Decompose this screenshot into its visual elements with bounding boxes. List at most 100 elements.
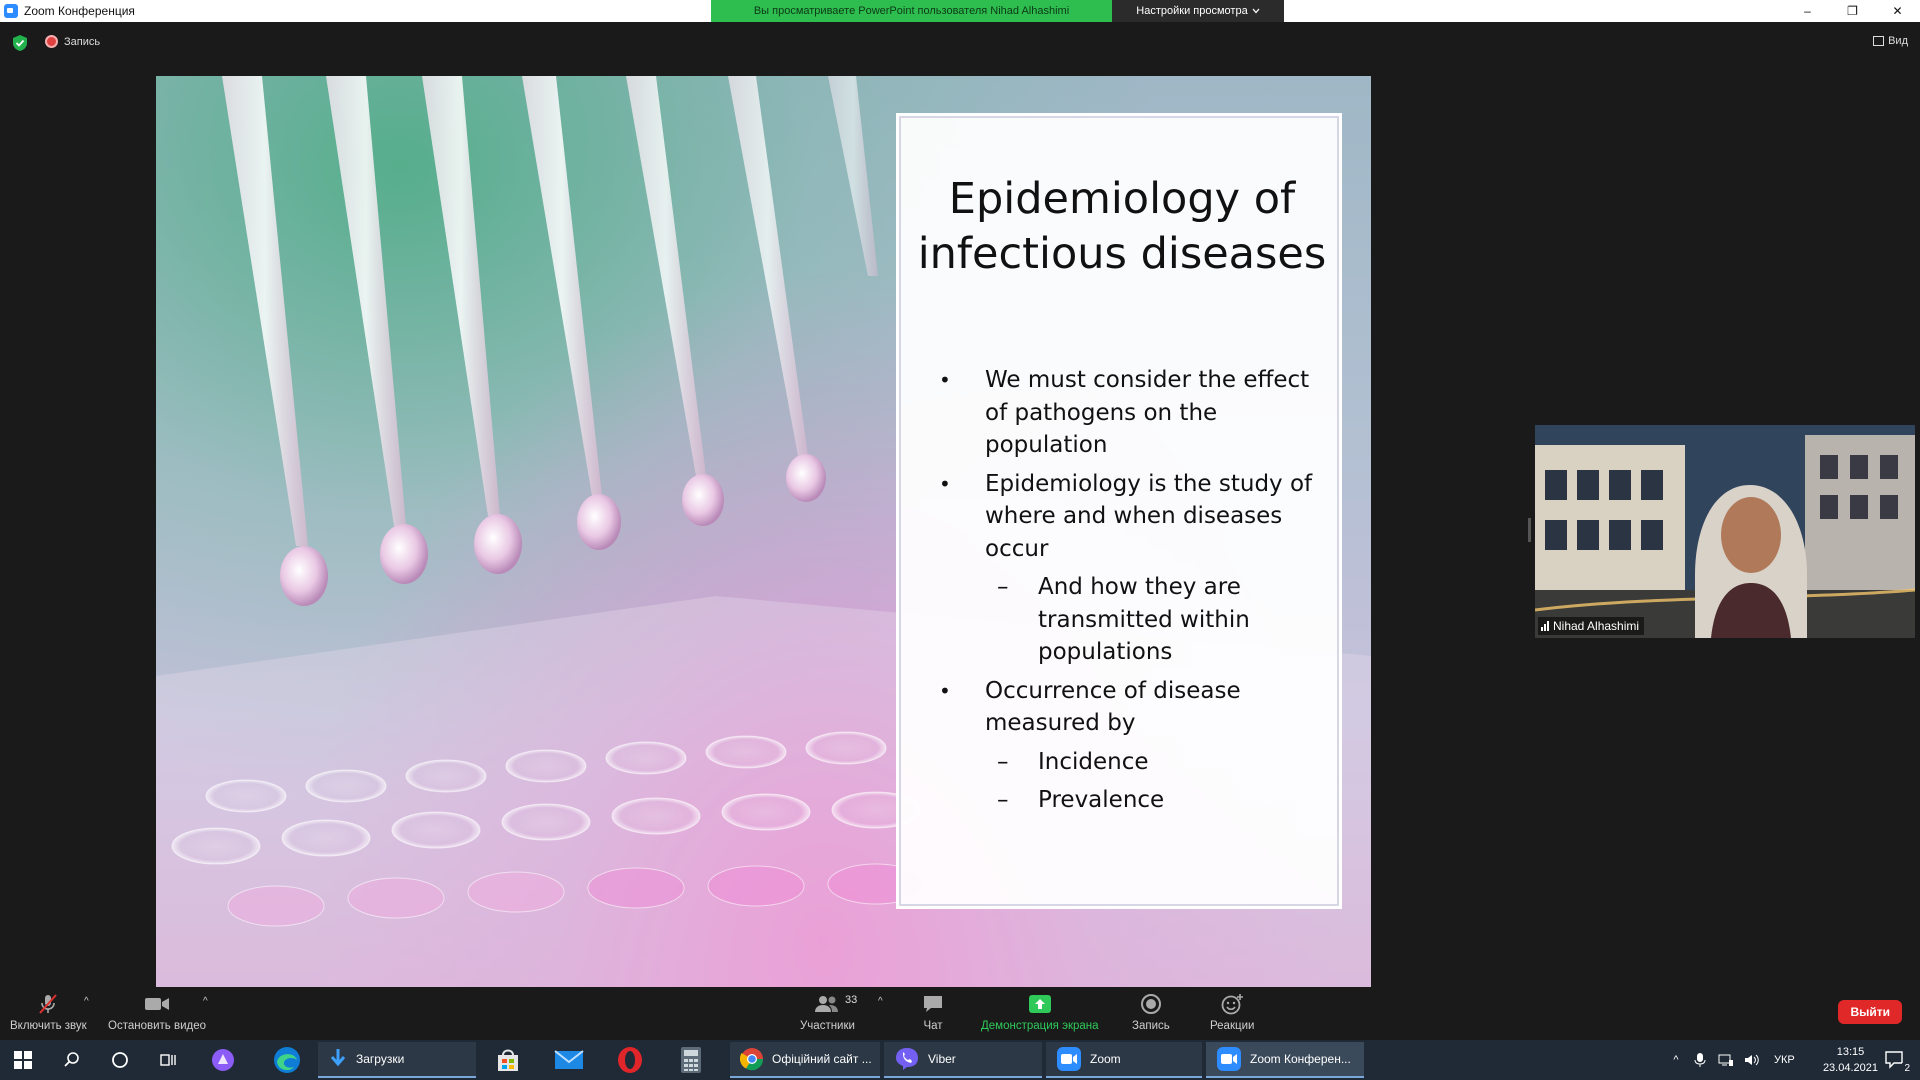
leave-meeting-button[interactable]: Выйти	[1838, 1000, 1902, 1024]
purple-app-icon	[212, 1049, 234, 1071]
panel-resize-handle[interactable]	[1528, 518, 1531, 542]
start-button[interactable]	[0, 1040, 46, 1080]
taskbar-app-chrome[interactable]: Офіційний сайт ...	[730, 1042, 880, 1078]
restore-button[interactable]: ❐	[1830, 0, 1875, 22]
slide-text-card: Epidemiology of infectious diseases We m…	[896, 113, 1342, 909]
minimize-icon: –	[1804, 4, 1811, 18]
taskbar-app-downloads[interactable]: Загрузки	[318, 1042, 476, 1078]
unmute-button[interactable]: Включить звук	[10, 992, 87, 1032]
chat-label: Чат	[923, 1020, 943, 1032]
download-arrow-icon	[330, 1049, 346, 1067]
reactions-smiley-icon	[1221, 994, 1244, 1015]
taskbar-app-zoom-meeting[interactable]: Zoom Конферен...	[1206, 1042, 1364, 1078]
task-view-icon	[160, 1054, 176, 1066]
close-icon: ✕	[1892, 4, 1903, 18]
signal-strength-icon	[1541, 621, 1549, 631]
mail-envelope-icon	[554, 1050, 584, 1069]
share-screen-icon	[1028, 995, 1051, 1013]
taskbar-purple-app[interactable]	[200, 1040, 246, 1080]
taskbar-mail[interactable]	[546, 1040, 592, 1080]
participant-name: Nihad Alhashimi	[1553, 619, 1640, 633]
share-banner-text: Вы просматриваете PowerPoint пользовател…	[711, 0, 1112, 22]
participant-video-image	[1535, 425, 1915, 638]
chat-button[interactable]: Чат	[922, 992, 944, 1032]
participants-options-caret-icon[interactable]: ^	[878, 996, 883, 1007]
window-controls: – ❐ ✕	[1785, 0, 1920, 22]
slide-sub-bullet: Prevalence	[939, 784, 1329, 817]
store-bag-icon	[498, 1049, 518, 1071]
calculator-icon	[681, 1047, 701, 1073]
participant-video-tile[interactable]: Nihad Alhashimi	[1535, 425, 1915, 638]
slide-sub-bullet: Incidence	[939, 746, 1329, 779]
audio-options-caret-icon[interactable]: ^	[84, 996, 89, 1007]
window-titlebar: Zoom Конференция Вы просматриваете Power…	[0, 0, 1920, 22]
shared-slide: Epidemiology of infectious diseases We m…	[156, 76, 1371, 987]
tray-microphone-icon[interactable]	[1694, 1052, 1706, 1068]
taskbar-app-label: Viber	[928, 1052, 956, 1066]
recording-label: Запись	[64, 35, 101, 48]
windows-logo-icon	[14, 1051, 32, 1069]
taskbar-app-viber[interactable]: Viber	[884, 1042, 1042, 1078]
meeting-top-strip: Запись Вид	[0, 22, 1920, 64]
opera-browser-icon	[618, 1047, 642, 1073]
slide-bullet-list: We must consider the effect of pathogens…	[939, 364, 1329, 823]
window-title: Zoom Конференция	[24, 4, 135, 18]
view-button[interactable]: Вид	[1873, 35, 1908, 47]
recording-dot-icon	[45, 35, 58, 48]
zoom-app-icon	[4, 4, 18, 18]
edge-browser-icon	[274, 1047, 300, 1073]
input-language-indicator[interactable]: УКР	[1774, 1054, 1795, 1066]
record-icon	[1140, 994, 1161, 1014]
share-screen-label: Демонстрация экрана	[981, 1020, 1099, 1032]
taskbar-app-label: Zoom	[1090, 1052, 1121, 1066]
system-tray: ^ УКР	[1668, 1040, 1795, 1080]
network-icon[interactable]	[1718, 1053, 1734, 1067]
taskbar-app-label: Офіційний сайт ...	[772, 1052, 872, 1066]
restore-icon: ❐	[1847, 4, 1858, 18]
view-settings-label: Настройки просмотра	[1136, 5, 1248, 17]
zoom-camera-icon	[1057, 1047, 1081, 1071]
minimize-button[interactable]: –	[1785, 0, 1830, 22]
taskbar-calculator[interactable]	[668, 1040, 714, 1080]
cortana-button[interactable]	[98, 1040, 142, 1080]
taskbar-app-zoom[interactable]: Zoom	[1046, 1042, 1202, 1078]
recording-indicator[interactable]: Запись	[45, 35, 100, 48]
reactions-button[interactable]: Реакции	[1210, 992, 1254, 1032]
encryption-shield-icon[interactable]	[12, 34, 28, 52]
view-settings-button[interactable]: Настройки просмотра	[1112, 0, 1284, 22]
record-label: Запись	[1132, 1020, 1170, 1032]
notification-count-badge: 2	[1902, 1063, 1912, 1074]
tray-overflow-chevron-icon[interactable]: ^	[1668, 1054, 1684, 1066]
view-label: Вид	[1888, 35, 1908, 47]
taskbar-search-button[interactable]	[50, 1040, 94, 1080]
share-screen-button[interactable]: Демонстрация экрана	[981, 992, 1099, 1032]
slide-bullet: Occurrence of disease measured by	[939, 675, 1329, 740]
taskbar-app-label: Загрузки	[356, 1052, 405, 1066]
taskbar-clock[interactable]: 13:15 23.04.2021	[1823, 1044, 1878, 1076]
chevron-down-icon	[1252, 8, 1260, 14]
taskbar-opera[interactable]	[607, 1040, 653, 1080]
stop-video-button[interactable]: Остановить видео	[108, 992, 206, 1032]
volume-speaker-icon[interactable]	[1744, 1053, 1760, 1067]
taskbar-edge[interactable]	[262, 1040, 312, 1080]
record-button[interactable]: Запись	[1132, 992, 1170, 1032]
close-button[interactable]: ✕	[1875, 0, 1920, 22]
share-banner: Вы просматриваете PowerPoint пользовател…	[711, 0, 1284, 22]
participant-name-tag: Nihad Alhashimi	[1538, 617, 1645, 635]
meeting-toolbar: Включить звук ^ Остановить видео ^ Участ…	[0, 988, 1920, 1040]
viber-phone-icon	[896, 1048, 918, 1070]
chrome-browser-icon	[740, 1048, 764, 1071]
windows-taskbar: Загрузки Офіційний сайт ... Viber Zoom Z…	[0, 1040, 1920, 1080]
zoom-camera-icon	[1217, 1047, 1241, 1071]
search-icon	[64, 1052, 79, 1067]
participants-count: 33	[845, 994, 858, 1006]
participants-icon	[815, 996, 839, 1012]
notifications-button[interactable]: 2	[1872, 1040, 1918, 1080]
video-options-caret-icon[interactable]: ^	[203, 996, 208, 1007]
slide-bullet: Epidemiology is the study of where and w…	[939, 468, 1329, 566]
stop-video-label: Остановить видео	[108, 1020, 206, 1032]
task-view-button[interactable]	[146, 1040, 190, 1080]
slide-title: Epidemiology of infectious diseases	[917, 174, 1327, 279]
clock-time: 13:15	[1836, 1046, 1865, 1058]
taskbar-store[interactable]	[485, 1040, 531, 1080]
